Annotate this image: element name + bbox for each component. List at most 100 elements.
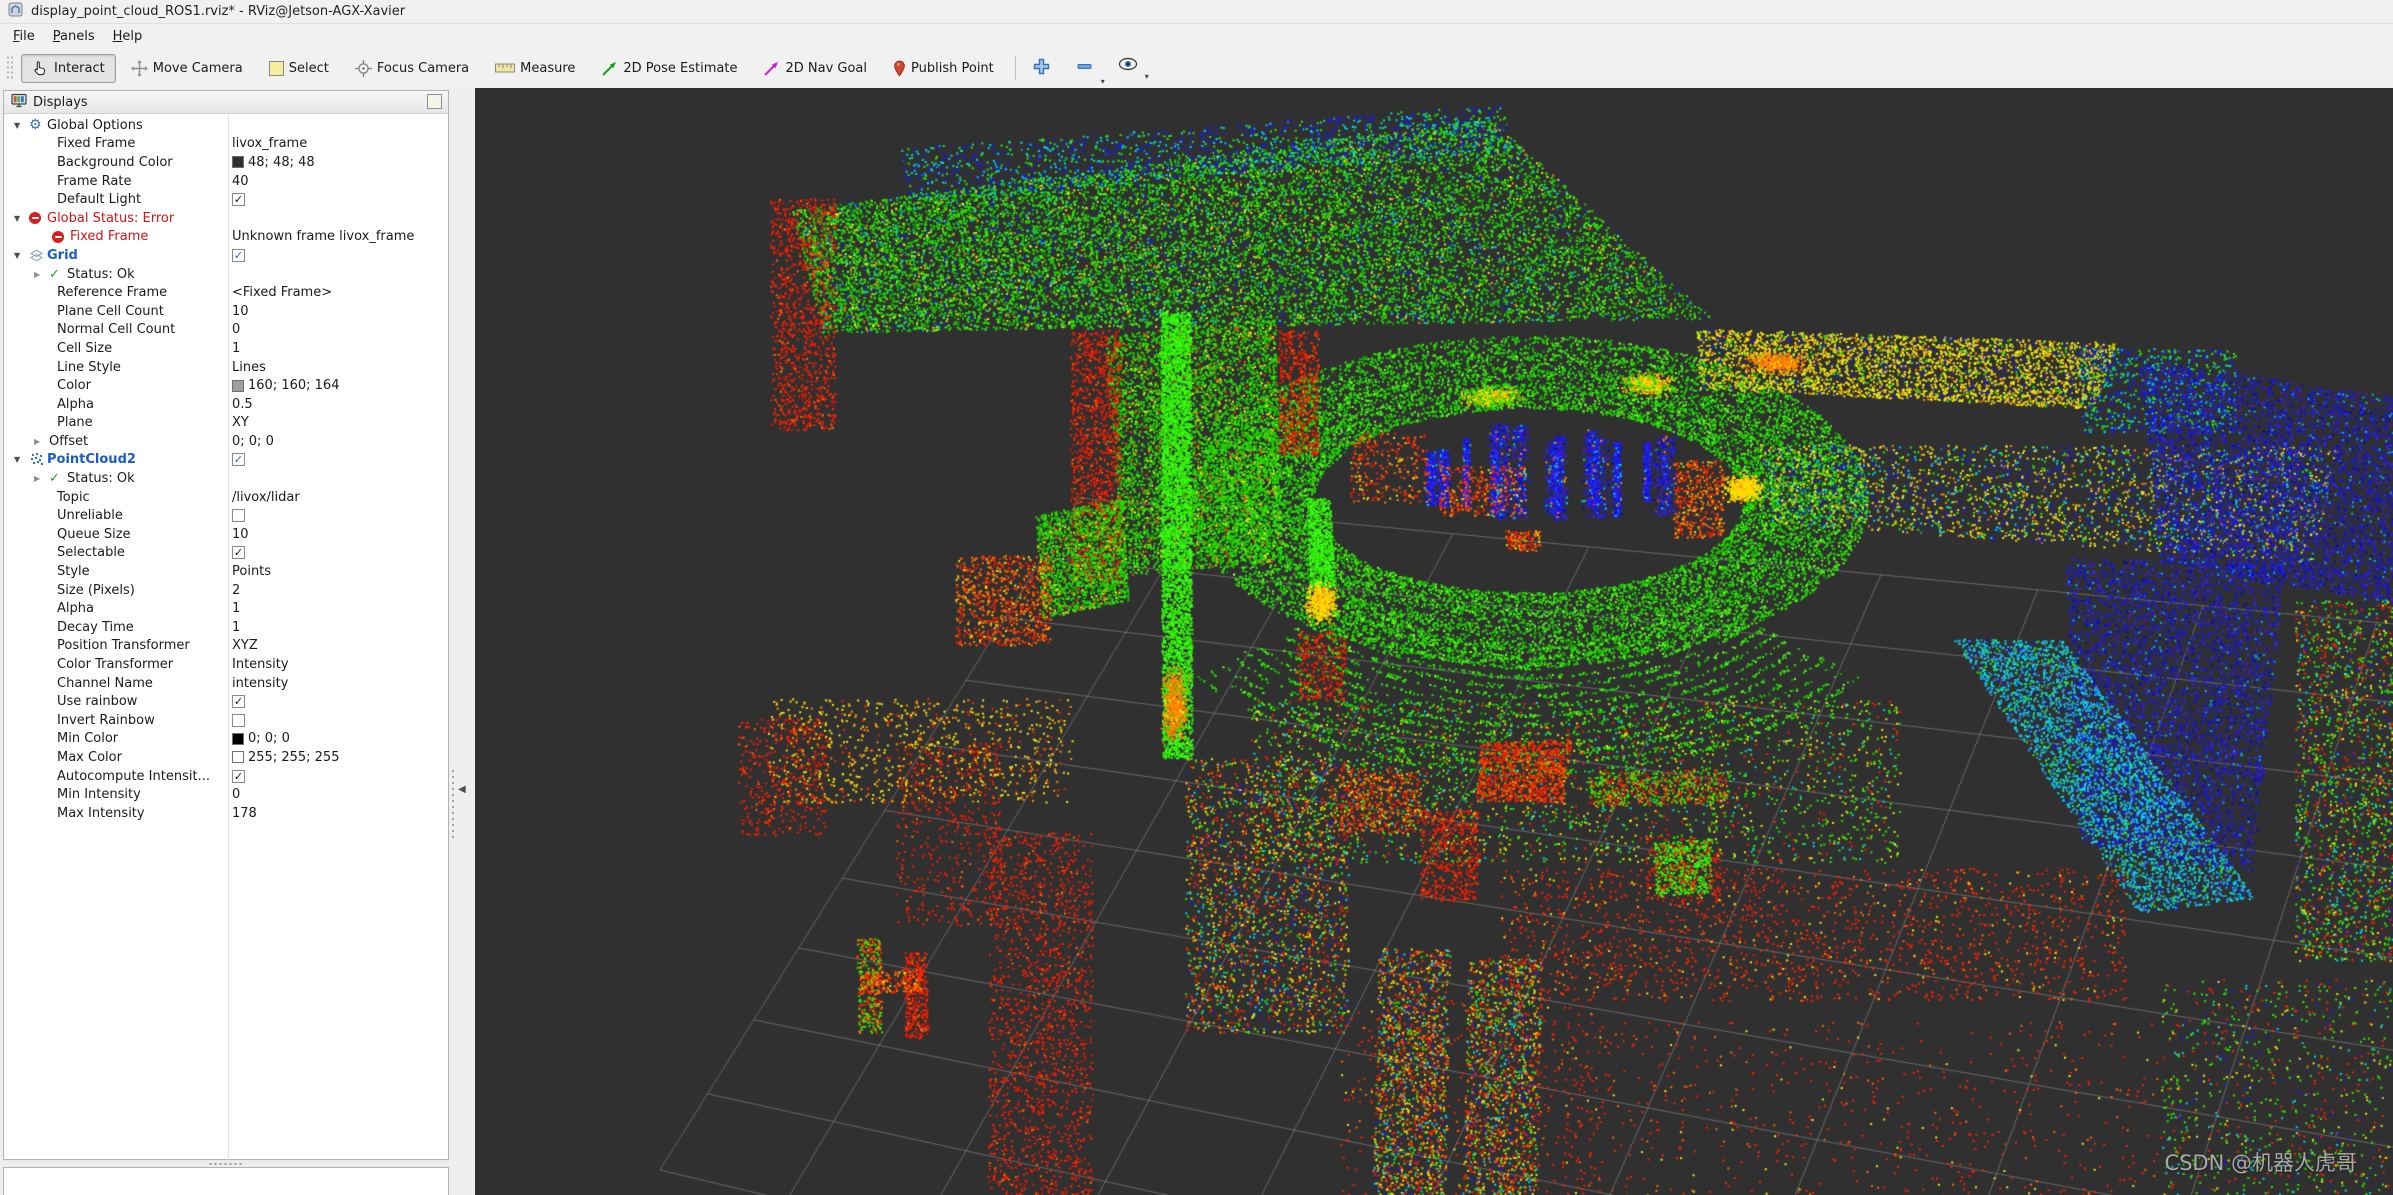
property-value[interactable]: Points: [232, 562, 271, 581]
expander-closed-icon[interactable]: ▶: [34, 437, 49, 446]
default-light-checkbox[interactable]: ✓: [232, 193, 245, 206]
tree-row-autocompute-intensit[interactable]: Autocompute Intensit...✓: [4, 767, 448, 786]
property-value[interactable]: ✓: [232, 451, 245, 470]
property-value[interactable]: 178: [232, 804, 257, 823]
expander-open-icon[interactable]: ▼: [14, 121, 29, 130]
tree-row-grid[interactable]: ▼Grid✓: [4, 246, 448, 265]
property-value[interactable]: ✓: [232, 767, 245, 786]
property-value[interactable]: XY: [232, 414, 249, 433]
interact-button[interactable]: Interact: [21, 54, 116, 83]
tree-row-frame-rate[interactable]: Frame Rate40: [4, 172, 448, 191]
publish-point-button[interactable]: Publish Point: [882, 54, 1005, 83]
tree-row-default-light[interactable]: Default Light✓: [4, 190, 448, 209]
property-value[interactable]: 0; 0; 0: [232, 730, 290, 749]
2d-nav-goal-button[interactable]: 2D Nav Goal: [752, 54, 878, 83]
tree-row-size-pixels[interactable]: Size (Pixels)2: [4, 581, 448, 600]
autocompute-intensit-checkbox[interactable]: ✓: [232, 770, 245, 783]
property-value[interactable]: XYZ: [232, 637, 258, 656]
tree-row-status-ok[interactable]: ▶✓Status: Ok: [4, 265, 448, 284]
tree-row-position-transformer[interactable]: Position TransformerXYZ: [4, 637, 448, 656]
add-tool-button[interactable]: [1028, 55, 1055, 82]
dropdown-arrow-icon[interactable]: ▾: [1145, 72, 1149, 81]
3d-viewport[interactable]: CSDN @机器人虎哥: [475, 88, 2393, 1195]
toolbar-grip-handle[interactable]: [6, 55, 13, 81]
expander-open-icon[interactable]: ▼: [14, 214, 29, 223]
menu-file[interactable]: File: [4, 26, 44, 47]
selectable-checkbox[interactable]: ✓: [232, 546, 245, 559]
property-value[interactable]: 1: [232, 618, 240, 637]
tree-row-min-intensity[interactable]: Min Intensity0: [4, 785, 448, 804]
dropdown-arrow-icon[interactable]: ▾: [1101, 77, 1105, 86]
collapse-panel-icon[interactable]: ◀: [458, 784, 466, 795]
property-value[interactable]: 10: [232, 525, 249, 544]
property-value[interactable]: [232, 711, 245, 730]
tree-row-alpha[interactable]: Alpha1: [4, 599, 448, 618]
expander-closed-icon[interactable]: ▶: [34, 474, 49, 483]
property-value[interactable]: 10: [232, 302, 249, 321]
tree-row-pointcloud2[interactable]: ▼PointCloud2✓: [4, 451, 448, 470]
expander-open-icon[interactable]: ▼: [14, 455, 29, 464]
tree-row-max-intensity[interactable]: Max Intensity178: [4, 804, 448, 823]
property-value[interactable]: 40: [232, 172, 249, 191]
titlebar[interactable]: display_point_cloud_ROS1.rviz* - RViz@Je…: [0, 0, 2393, 24]
property-value[interactable]: ✓: [232, 544, 245, 563]
tree-row-fixed-frame[interactable]: Fixed Framelivox_frame: [4, 135, 448, 154]
tree-row-plane-cell-count[interactable]: Plane Cell Count10: [4, 302, 448, 321]
tree-row-cell-size[interactable]: Cell Size1: [4, 339, 448, 358]
property-value[interactable]: 0: [232, 321, 240, 340]
property-value[interactable]: 0; 0; 0: [232, 432, 274, 451]
property-value[interactable]: ✓: [232, 190, 245, 209]
property-value[interactable]: Unknown frame livox_frame: [232, 228, 414, 247]
property-value[interactable]: 48; 48; 48: [232, 153, 315, 172]
tree-row-fixed-frame[interactable]: Fixed FrameUnknown frame livox_frame: [4, 228, 448, 247]
tree-row-background-color[interactable]: Background Color48; 48; 48: [4, 153, 448, 172]
panel-float-button[interactable]: [427, 94, 442, 109]
remove-tool-button[interactable]: ▾: [1071, 55, 1098, 82]
expander-open-icon[interactable]: ▼: [14, 251, 29, 260]
displays-panel-header[interactable]: Displays: [4, 91, 448, 114]
property-value[interactable]: 255; 255; 255: [232, 748, 339, 767]
2d-pose-estimate-button[interactable]: 2D Pose Estimate: [590, 54, 748, 83]
menu-panels[interactable]: Panels: [44, 26, 104, 47]
tree-row-global-status-error[interactable]: ▼Global Status: Error: [4, 209, 448, 228]
tree-row-topic[interactable]: Topic/livox/lidar: [4, 488, 448, 507]
tree-row-status-ok[interactable]: ▶✓Status: Ok: [4, 469, 448, 488]
tree-row-channel-name[interactable]: Channel Nameintensity: [4, 674, 448, 693]
tree-row-line-style[interactable]: Line StyleLines: [4, 358, 448, 377]
visibility-button[interactable]: ▾: [1114, 55, 1142, 77]
property-value[interactable]: ✓: [232, 692, 245, 711]
panel-horizontal-splitter[interactable]: [3, 1160, 449, 1167]
tree-row-alpha[interactable]: Alpha0.5: [4, 395, 448, 414]
tree-row-style[interactable]: StylePoints: [4, 562, 448, 581]
tree-row-invert-rainbow[interactable]: Invert Rainbow: [4, 711, 448, 730]
tree-row-global-options[interactable]: ▼⚙Global Options: [4, 116, 448, 135]
focus-camera-button[interactable]: Focus Camera: [344, 54, 480, 83]
tree-row-max-color[interactable]: Max Color255; 255; 255: [4, 748, 448, 767]
property-value[interactable]: 0.5: [232, 395, 253, 414]
menu-help[interactable]: Help: [104, 26, 152, 47]
panel-resize-gutter[interactable]: ◀: [449, 88, 475, 1195]
property-value[interactable]: 2: [232, 581, 240, 600]
property-value[interactable]: <Fixed Frame>: [232, 283, 332, 302]
property-value[interactable]: 1: [232, 339, 240, 358]
property-value[interactable]: 160; 160; 164: [232, 376, 339, 395]
tree-row-color[interactable]: Color160; 160; 164: [4, 376, 448, 395]
property-value[interactable]: /livox/lidar: [232, 488, 300, 507]
tree-row-decay-time[interactable]: Decay Time1: [4, 618, 448, 637]
tree-row-min-color[interactable]: Min Color0; 0; 0: [4, 730, 448, 749]
tree-row-selectable[interactable]: Selectable✓: [4, 544, 448, 563]
property-value[interactable]: livox_frame: [232, 135, 307, 154]
tree-row-queue-size[interactable]: Queue Size10: [4, 525, 448, 544]
expander-closed-icon[interactable]: ▶: [34, 270, 49, 279]
tree-row-unreliable[interactable]: Unreliable: [4, 506, 448, 525]
unreliable-checkbox[interactable]: [232, 509, 245, 522]
property-value[interactable]: Intensity: [232, 655, 289, 674]
invert-rainbow-checkbox[interactable]: [232, 714, 245, 727]
tree-row-normal-cell-count[interactable]: Normal Cell Count0: [4, 321, 448, 340]
property-value[interactable]: 0: [232, 785, 240, 804]
use-rainbow-checkbox[interactable]: ✓: [232, 695, 245, 708]
property-value[interactable]: ✓: [232, 246, 245, 265]
select-button[interactable]: Select: [258, 55, 340, 82]
tree-row-offset[interactable]: ▶Offset0; 0; 0: [4, 432, 448, 451]
tree-row-color-transformer[interactable]: Color TransformerIntensity: [4, 655, 448, 674]
